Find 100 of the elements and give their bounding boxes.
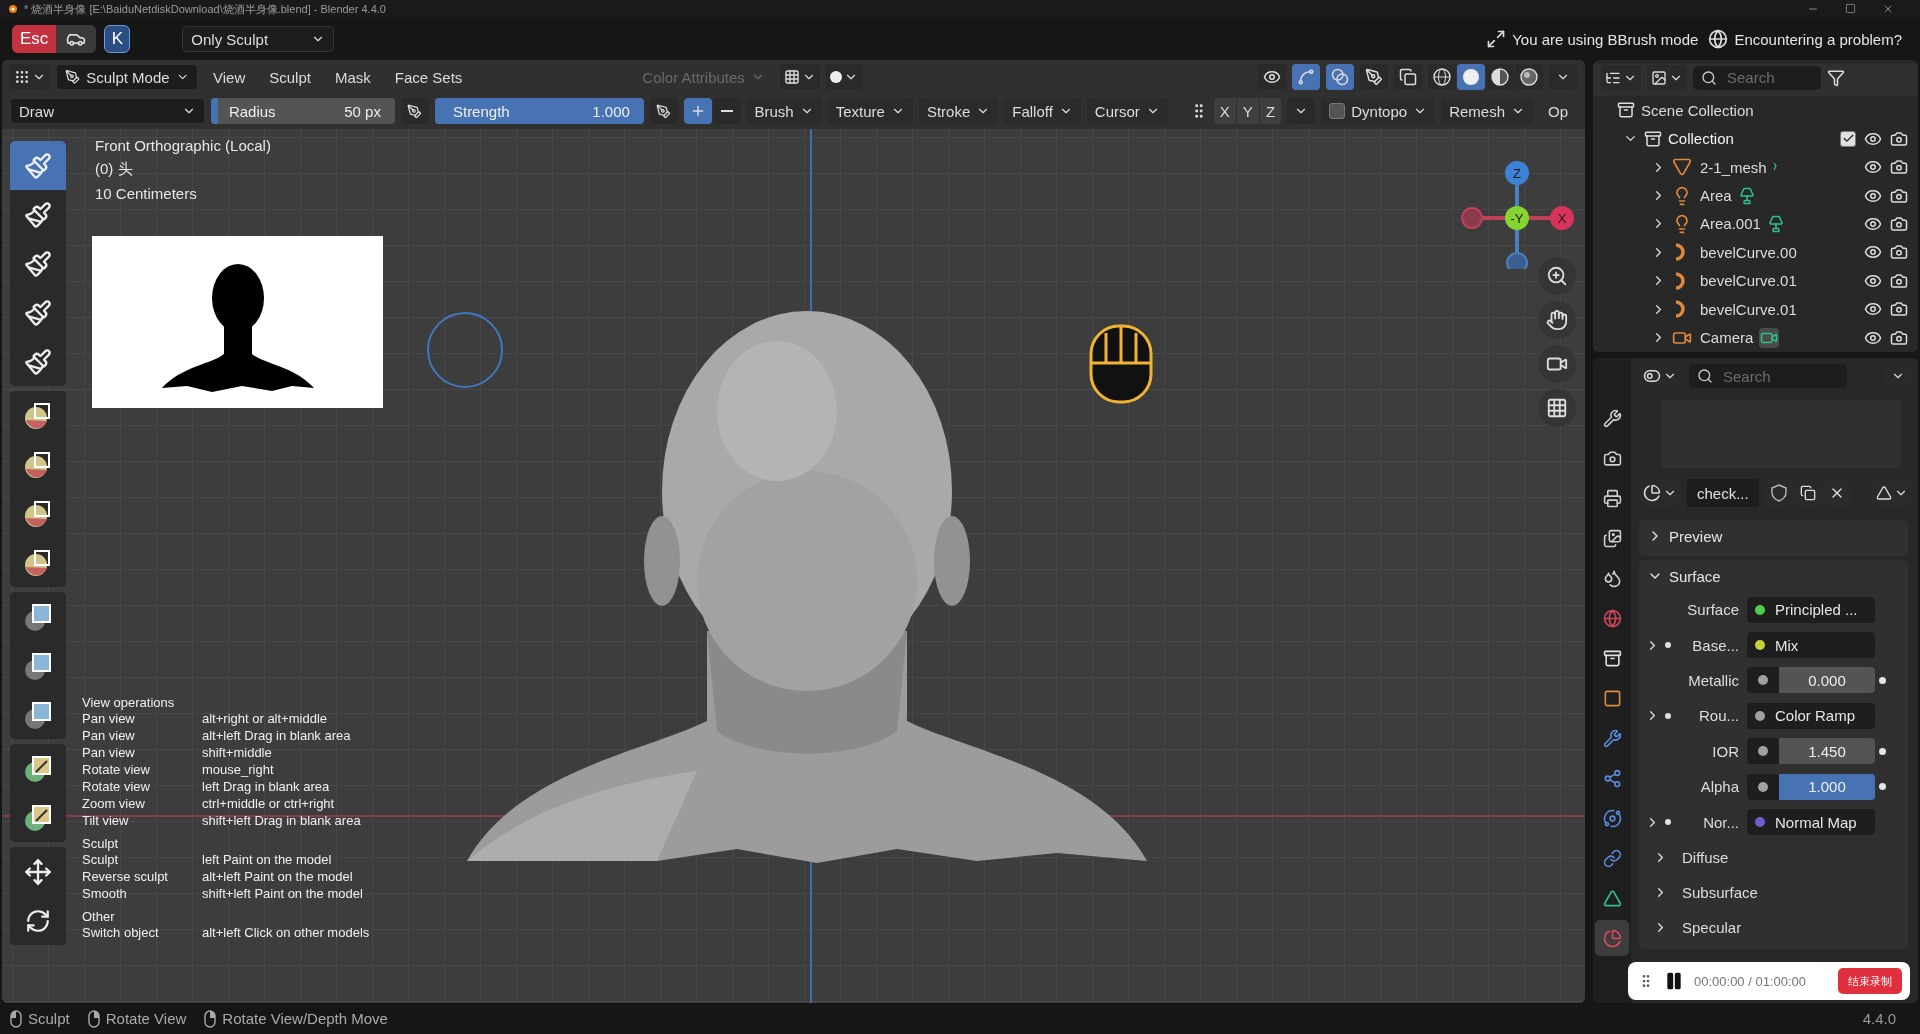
- editor-type-button[interactable]: [10, 64, 50, 90]
- shading-button[interactable]: [1486, 64, 1514, 90]
- outliner-item[interactable]: Scene Collection: [1641, 101, 1754, 119]
- axis-handle[interactable]: [1506, 252, 1528, 269]
- settings-dropdown[interactable]: Brush: [746, 98, 822, 124]
- axis-handle[interactable]: -Y: [1505, 206, 1529, 230]
- keyframe-dot[interactable]: [1879, 747, 1886, 755]
- settings-dropdown[interactable]: Stroke: [918, 98, 999, 124]
- viewport-toggle-button[interactable]: [1292, 64, 1320, 90]
- outliner-item[interactable]: bevelCurve.01: [1672, 299, 1797, 320]
- shading-button[interactable]: [1428, 64, 1456, 90]
- shading-button[interactable]: [1457, 64, 1485, 90]
- dyntopo-dropdown[interactable]: Dyntopo: [1321, 98, 1436, 124]
- camera-icon[interactable]: [1890, 243, 1908, 262]
- outliner-item[interactable]: Area: [1672, 185, 1732, 206]
- axis-handle[interactable]: [1461, 207, 1483, 229]
- keyframe-dot[interactable]: [1879, 783, 1886, 791]
- slider-field[interactable]: Radius 50 px: [210, 98, 395, 124]
- navigation-button[interactable]: [1538, 257, 1576, 295]
- menu-item[interactable]: Face Sets: [385, 64, 472, 90]
- pressure-button[interactable]: [400, 98, 429, 124]
- outliner-item[interactable]: bevelCurve.01: [1672, 270, 1797, 291]
- settings-dropdown[interactable]: Texture: [827, 98, 913, 124]
- remesh-dropdown[interactable]: Remesh: [1441, 98, 1533, 124]
- axis-toggle[interactable]: Y: [1236, 98, 1259, 124]
- camera-icon[interactable]: [1890, 158, 1908, 177]
- subpanel-header[interactable]: Specular: [1639, 909, 1908, 945]
- axis-toggle[interactable]: Z: [1259, 98, 1282, 124]
- camera-icon[interactable]: [1890, 271, 1908, 290]
- property-label: Surface: [1686, 601, 1740, 619]
- keyframe-dot[interactable]: [1879, 676, 1886, 684]
- filter-mode-button[interactable]: [1647, 64, 1687, 91]
- help-link[interactable]: Encountering a problem?: [1734, 30, 1902, 48]
- axis-toggle[interactable]: X: [1213, 98, 1236, 124]
- navigation-button[interactable]: [1538, 389, 1576, 427]
- pressure-button[interactable]: [649, 98, 678, 124]
- navigation-button[interactable]: [1538, 301, 1576, 339]
- menu-item[interactable]: Sculpt: [260, 64, 320, 90]
- number-field[interactable]: 1.450: [1779, 738, 1875, 765]
- navigation-button[interactable]: [1538, 345, 1576, 383]
- close-icon[interactable]: [1882, 3, 1894, 15]
- options-menu[interactable]: Op: [1539, 98, 1577, 124]
- camera-icon[interactable]: [1890, 215, 1908, 233]
- subpanel-header[interactable]: Diffuse: [1639, 839, 1908, 875]
- camera-icon[interactable]: [1890, 186, 1908, 205]
- mouse-icon: [10, 1009, 22, 1028]
- display-mode-button[interactable]: [1601, 64, 1641, 91]
- search-field[interactable]: Search: [1693, 65, 1821, 90]
- status-hint: Rotate View: [105, 1010, 187, 1027]
- recording-time: 00:00:00 / 01:00:00: [1694, 973, 1807, 989]
- escape-key-button[interactable]: Esc: [12, 25, 57, 53]
- viewport-toggle-button[interactable]: [1394, 64, 1422, 90]
- camera-icon[interactable]: [1890, 328, 1908, 347]
- menu-item[interactable]: Mask: [325, 64, 380, 90]
- material-name-field[interactable]: check...: [1687, 479, 1759, 507]
- camera-icon[interactable]: [1890, 129, 1908, 148]
- axis-handle[interactable]: X: [1550, 206, 1574, 230]
- outliner-item[interactable]: Camera: [1672, 327, 1754, 348]
- subpanel-header[interactable]: Subsurface: [1639, 874, 1908, 910]
- outliner-item[interactable]: 2-1_mesh: [1672, 157, 1767, 178]
- search-field[interactable]: Search: [1689, 364, 1847, 388]
- eye-icon[interactable]: [1864, 215, 1882, 233]
- viewport-toggle-button[interactable]: [1326, 64, 1354, 90]
- preset-dropdown[interactable]: Only Sculpt: [182, 26, 335, 52]
- settings-dropdown[interactable]: Falloff: [1004, 98, 1081, 124]
- outliner-item[interactable]: Collection: [1668, 130, 1734, 148]
- outliner-item[interactable]: bevelCurve.00: [1672, 242, 1797, 263]
- wrench-icon: [1602, 408, 1622, 428]
- key-button[interactable]: K: [104, 25, 131, 53]
- search-input[interactable]: Search: [1721, 365, 1839, 387]
- number-field[interactable]: 1.000: [1779, 773, 1875, 800]
- menu-item[interactable]: View: [204, 64, 255, 90]
- stop-recording-button[interactable]: 结束录制: [1838, 968, 1902, 994]
- mode-dropdown[interactable]: Sculpt Mode: [56, 64, 198, 90]
- property-label: Rou...: [1697, 707, 1740, 725]
- search-input[interactable]: Search: [1725, 66, 1813, 89]
- viewport-toggle-button[interactable]: [1258, 64, 1286, 90]
- maximize-icon[interactable]: [1845, 3, 1856, 14]
- number-field[interactable]: 0.000: [1779, 667, 1875, 694]
- pause-icon[interactable]: [1664, 971, 1684, 991]
- shading-button[interactable]: [1515, 64, 1543, 90]
- add-button[interactable]: [683, 98, 712, 124]
- axis-handle[interactable]: Z: [1505, 161, 1529, 185]
- subtract-button[interactable]: [712, 98, 741, 124]
- outliner-item[interactable]: Area.001: [1672, 214, 1761, 234]
- link-field[interactable]: Normal Map: [1747, 809, 1875, 836]
- viewport-toggle-button[interactable]: [1360, 64, 1388, 90]
- link-field[interactable]: Mix: [1747, 632, 1875, 659]
- fill-button[interactable]: [825, 64, 862, 90]
- filter-icon[interactable]: [1827, 68, 1845, 87]
- symmetry-button[interactable]: [779, 64, 820, 90]
- link-field[interactable]: Color Ramp: [1747, 702, 1875, 729]
- tool-dropdown[interactable]: Draw: [10, 98, 205, 124]
- link-field[interactable]: Principled ...: [1747, 596, 1875, 623]
- slider-field[interactable]: Strength 1.000: [434, 98, 644, 124]
- camera-icon[interactable]: [1890, 300, 1908, 319]
- panel-header[interactable]: Surface: [1639, 560, 1908, 592]
- checkbox[interactable]: [1329, 103, 1346, 119]
- checkbox[interactable]: [1840, 130, 1856, 147]
- settings-dropdown[interactable]: Cursor: [1086, 98, 1168, 124]
